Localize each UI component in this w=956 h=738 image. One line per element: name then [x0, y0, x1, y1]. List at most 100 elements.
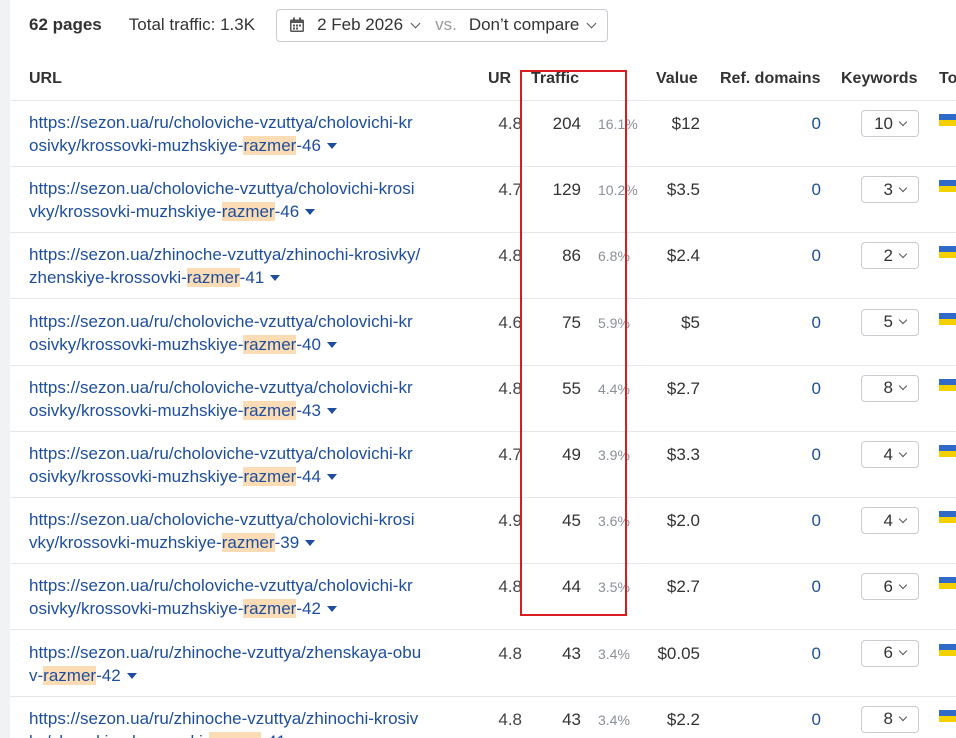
caret-down-icon[interactable] [326, 474, 337, 480]
url-line-2: osivky/krossovki-muzhskiye-razmer-42 [29, 597, 469, 620]
column-ref-domains[interactable]: Ref. domains [720, 70, 820, 88]
keywords-count: 8 [883, 378, 893, 398]
caret-down-icon[interactable] [326, 341, 337, 348]
caret-down-icon[interactable] [126, 672, 137, 679]
url-line-2: v-razmer-42 [29, 664, 469, 687]
url-link[interactable]: https://sezon.ua/zhinoche-vzuttya/zhinoc… [29, 243, 469, 289]
ur-value: 4.9 [498, 511, 522, 531]
url-link[interactable]: https://sezon.ua/choloviche-vzuttya/chol… [29, 177, 469, 223]
ref-domains-link[interactable]: 0 [812, 644, 821, 664]
traffic-value: 44 [562, 577, 581, 597]
chevron-down-icon [898, 514, 908, 523]
caret-down-icon[interactable] [270, 275, 281, 282]
table-row: https://sezon.ua/ru/choloviche-vzuttya/c… [10, 366, 956, 432]
url-link[interactable]: https://sezon.ua/ru/zhinoche-vzuttya/zhe… [29, 641, 469, 687]
url-segment: ky/zhenskiye-krossovki- [29, 732, 209, 738]
traffic-value: 49 [562, 445, 581, 464]
keywords-dropdown[interactable]: 6 [861, 639, 919, 667]
caret-down-icon[interactable] [326, 143, 337, 149]
ur-value: 4.8 [498, 709, 522, 729]
keywords-dropdown[interactable]: 5 [861, 308, 919, 336]
url-line-2: osivky/krossovki-muzhskiye-razmer-43 [29, 399, 469, 422]
ref-domains-link[interactable]: 0 [812, 577, 821, 597]
keyword-highlight: razmer [243, 599, 297, 619]
url-line-1: https://sezon.ua/ru/choloviche-vzuttya/c… [29, 444, 413, 463]
traffic-percent: 4.4% [598, 380, 630, 397]
traffic-percent: 3.5% [598, 579, 630, 596]
url-link[interactable]: https://sezon.ua/choloviche-vzuttya/chol… [29, 508, 469, 554]
keywords-dropdown[interactable]: 4 [861, 507, 919, 535]
traffic-value: 55 [562, 378, 581, 398]
traffic-value: 43 [562, 709, 581, 729]
column-traffic[interactable]: Traffic [531, 70, 579, 88]
keywords-count: 3 [883, 179, 893, 199]
traffic-value-usd: $2.7 [666, 378, 700, 398]
traffic-value: 75 [562, 312, 581, 332]
column-ur[interactable]: UR [488, 70, 511, 88]
traffic-percent: 16.1% [598, 116, 638, 132]
url-link[interactable]: https://sezon.ua/ru/choloviche-vzuttya/c… [29, 111, 469, 157]
url-line-1: https://sezon.ua/ru/zhinoche-vzuttya/zhe… [29, 642, 422, 662]
ukraine-flag-icon [939, 577, 956, 590]
url-link[interactable]: https://sezon.ua/ru/choloviche-vzuttya/c… [29, 574, 469, 620]
url-segment-end: -43 [296, 400, 321, 420]
ukraine-flag-icon [939, 643, 956, 656]
keywords-count: 5 [883, 312, 893, 332]
ukraine-flag-icon [939, 511, 956, 524]
traffic-value-usd: $3.3 [666, 445, 700, 464]
url-line-2: vky/krossovki-muzhskiye-razmer-46 [29, 200, 469, 223]
caret-down-icon[interactable] [305, 209, 316, 216]
caret-down-icon[interactable] [326, 407, 337, 414]
ukraine-flag-icon [939, 312, 956, 325]
keywords-dropdown[interactable]: 3 [861, 176, 919, 204]
chevron-down-icon [898, 646, 908, 656]
url-link[interactable]: https://sezon.ua/ru/choloviche-vzuttya/c… [29, 310, 469, 356]
url-link[interactable]: https://sezon.ua/ru/choloviche-vzuttya/c… [29, 376, 469, 422]
column-top[interactable]: To [939, 70, 956, 88]
ur-value: 4.8 [498, 246, 522, 266]
keywords-dropdown[interactable]: 6 [861, 573, 919, 601]
traffic-percent: 5.9% [598, 314, 630, 331]
keywords-dropdown[interactable]: 8 [861, 374, 919, 402]
ref-domains-link[interactable]: 0 [812, 710, 821, 730]
traffic-percent: 3.4% [598, 645, 630, 662]
chevron-down-icon [586, 18, 597, 28]
url-segment-end: -44 [296, 467, 321, 486]
keywords-count: 2 [883, 245, 893, 265]
url-segment: osivky/krossovki-muzhskiye- [29, 334, 244, 354]
url-line-2: osivky/krossovki-muzhskiye-razmer-46 [29, 134, 469, 157]
url-segment: v- [29, 665, 44, 685]
keywords-dropdown[interactable]: 4 [861, 441, 919, 468]
ref-domains-link[interactable]: 0 [812, 114, 821, 134]
traffic-percent: 10.2% [598, 182, 638, 199]
ukraine-flag-icon [939, 378, 956, 391]
ref-domains-link[interactable]: 0 [812, 180, 821, 200]
url-link[interactable]: https://sezon.ua/ru/choloviche-vzuttya/c… [29, 442, 469, 488]
column-keywords[interactable]: Keywords [841, 70, 917, 88]
date-compare-picker[interactable]: 2 Feb 2026 vs. Don’t compare [276, 8, 609, 42]
chevron-down-icon [898, 448, 908, 457]
ref-domains-link[interactable]: 0 [812, 511, 821, 531]
keywords-dropdown[interactable]: 2 [861, 242, 919, 270]
vs-label: vs. [435, 15, 457, 34]
url-segment-end: -46 [274, 202, 300, 222]
url-segment: osivky/krossovki-muzhskiye- [29, 467, 244, 486]
ref-domains-link[interactable]: 0 [812, 445, 821, 465]
ref-domains-link[interactable]: 0 [812, 379, 821, 399]
keywords-dropdown[interactable]: 8 [861, 705, 919, 733]
table-header: URL UR Traffic Value Ref. domains Keywor… [10, 58, 956, 101]
url-link[interactable]: https://sezon.ua/ru/zhinoche-vzuttya/zhi… [29, 707, 469, 738]
caret-down-icon[interactable] [326, 606, 337, 613]
url-line-2: ky/zhenskiye-krossovki-razmer-41 [29, 730, 469, 738]
ref-domains-link[interactable]: 0 [812, 313, 821, 333]
keywords-dropdown[interactable]: 10 [861, 110, 919, 137]
column-url[interactable]: URL [29, 70, 62, 88]
column-value[interactable]: Value [656, 70, 698, 88]
url-segment-end: -41 [261, 732, 286, 738]
keyword-highlight: razmer [221, 533, 275, 553]
url-segment: osivky/krossovki-muzhskiye- [29, 599, 244, 619]
keywords-count: 4 [883, 510, 893, 530]
caret-down-icon[interactable] [305, 540, 316, 547]
total-traffic: Total traffic: 1.3K [128, 15, 256, 34]
ref-domains-link[interactable]: 0 [812, 246, 821, 266]
